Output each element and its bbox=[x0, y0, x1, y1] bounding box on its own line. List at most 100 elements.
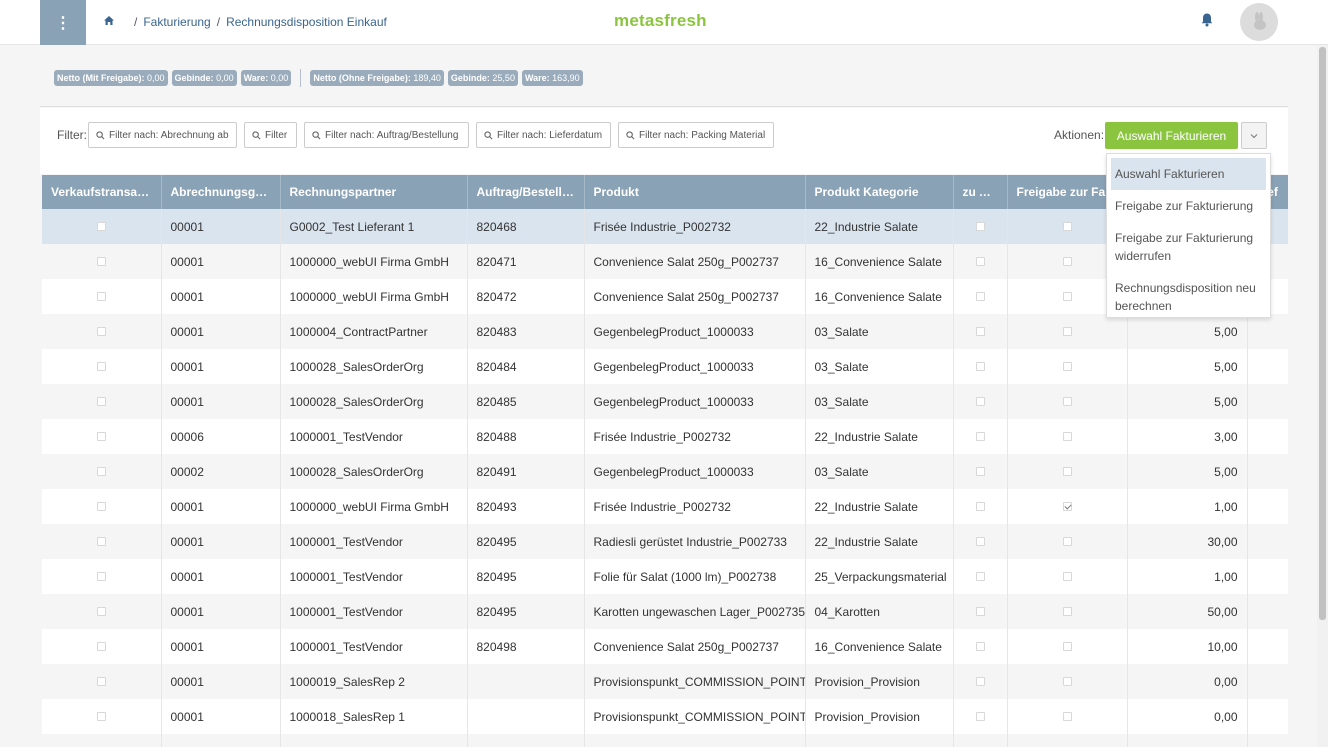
sales-transaction-checkbox[interactable] bbox=[96, 641, 106, 651]
cell-product[interactable]: Frisée Industrie_P002732 bbox=[584, 489, 806, 524]
table-row[interactable]: 00001 1000028_SalesOrderOrg 820485 Gegenbel… bbox=[42, 384, 1288, 419]
cell-order[interactable]: 820491 bbox=[467, 454, 585, 489]
cell-product-category[interactable]: 22_Industrie Salate bbox=[805, 209, 954, 244]
column-header-billing-group[interactable]: Abrechnungsgrup... bbox=[161, 175, 281, 209]
release-checkbox[interactable] bbox=[1062, 221, 1072, 231]
filter-button-order[interactable]: Filter nach: Auftrag/Bestellung bbox=[304, 122, 469, 148]
release-checkbox[interactable] bbox=[1062, 431, 1072, 441]
home-icon[interactable] bbox=[102, 14, 116, 28]
release-checkbox[interactable] bbox=[1062, 291, 1072, 301]
sales-transaction-checkbox[interactable] bbox=[96, 431, 106, 441]
cell-bill-partner[interactable]: 1000019_SalesRep 2 bbox=[280, 734, 468, 747]
checkbox-cell[interactable] bbox=[953, 209, 1008, 244]
cell-delivery[interactable] bbox=[1247, 419, 1288, 454]
avatar[interactable] bbox=[1240, 3, 1278, 41]
checkbox-cell[interactable] bbox=[42, 384, 162, 419]
checkbox-cell[interactable] bbox=[953, 629, 1008, 664]
page-scrollbar[interactable] bbox=[1317, 45, 1328, 747]
cell-product[interactable]: GegenbelegProduct_1000033 bbox=[584, 454, 806, 489]
cell-product[interactable]: GegenbelegProduct_1000033 bbox=[584, 314, 806, 349]
scrollbar-thumb[interactable] bbox=[1319, 47, 1326, 620]
cell-delivery[interactable] bbox=[1247, 559, 1288, 594]
sales-transaction-checkbox[interactable] bbox=[96, 466, 106, 476]
cell-order[interactable] bbox=[467, 664, 585, 699]
cell-quantity[interactable]: 30,00 bbox=[1127, 524, 1248, 559]
cell-product[interactable]: GegenbelegProduct_1000033 bbox=[584, 384, 806, 419]
cell-bill-partner[interactable]: 1000004_ContractPartner bbox=[280, 314, 468, 349]
cell-product-category[interactable]: 22_Industrie Salate bbox=[805, 524, 954, 559]
cell-bill-partner[interactable]: 1000028_SalesOrderOrg bbox=[280, 454, 468, 489]
cell-order[interactable]: 820472 bbox=[467, 279, 585, 314]
sales-transaction-checkbox[interactable] bbox=[96, 536, 106, 546]
column-header-sales-transaction[interactable]: Verkaufstransakti... bbox=[42, 175, 162, 209]
release-checkbox[interactable] bbox=[1062, 501, 1072, 511]
to-update-checkbox[interactable] bbox=[975, 466, 985, 476]
to-update-checkbox[interactable] bbox=[975, 326, 985, 336]
table-row[interactable]: 00001 1000004_ContractPartner 820483 Gegenb… bbox=[42, 314, 1288, 349]
cell-billing-group[interactable]: 00001 bbox=[161, 559, 281, 594]
cell-product-category[interactable]: 16_Convenience Salate bbox=[805, 629, 954, 664]
cell-quantity[interactable]: 3,00 bbox=[1127, 419, 1248, 454]
release-checkbox[interactable] bbox=[1062, 361, 1072, 371]
to-update-checkbox[interactable] bbox=[975, 536, 985, 546]
sales-transaction-checkbox[interactable] bbox=[96, 606, 106, 616]
checkbox-cell[interactable] bbox=[1007, 699, 1128, 734]
release-checkbox[interactable] bbox=[1062, 326, 1072, 336]
checkbox-cell[interactable] bbox=[953, 454, 1008, 489]
cell-order[interactable]: 820495 bbox=[467, 594, 585, 629]
checkbox-cell[interactable] bbox=[42, 734, 162, 747]
cell-quantity[interactable]: 0,00 bbox=[1127, 734, 1248, 747]
column-header-product-category[interactable]: Produkt Kategorie bbox=[805, 175, 954, 209]
cell-product[interactable]: Convenience Salat 250g_P002737 bbox=[584, 629, 806, 664]
cell-billing-group[interactable]: 00001 bbox=[161, 314, 281, 349]
breadcrumb-item-rechnungsdisposition[interactable]: Rechnungsdisposition Einkauf bbox=[226, 15, 387, 29]
sales-transaction-checkbox[interactable] bbox=[96, 221, 106, 231]
cell-billing-group[interactable]: 00001 bbox=[161, 279, 281, 314]
cell-billing-group[interactable]: 00001 bbox=[161, 349, 281, 384]
checkbox-cell[interactable] bbox=[42, 559, 162, 594]
checkbox-cell[interactable] bbox=[953, 594, 1008, 629]
checkbox-cell[interactable] bbox=[1007, 349, 1128, 384]
column-header-order[interactable]: Auftrag/Bestellung bbox=[467, 175, 585, 209]
checkbox-cell[interactable] bbox=[953, 349, 1008, 384]
menu-item-invoice-selection[interactable]: Auswahl Fakturieren bbox=[1111, 158, 1266, 190]
column-header-product[interactable]: Produkt bbox=[584, 175, 806, 209]
cell-order[interactable] bbox=[467, 734, 585, 747]
to-update-checkbox[interactable] bbox=[975, 571, 985, 581]
cell-order[interactable]: 820484 bbox=[467, 349, 585, 384]
table-row[interactable]: 00002 1000028_SalesOrderOrg 820491 Gegenbel… bbox=[42, 454, 1288, 489]
cell-bill-partner[interactable]: 1000000_webUI Firma GmbH bbox=[280, 244, 468, 279]
cell-product-category[interactable]: 16_Convenience Salate bbox=[805, 244, 954, 279]
to-update-checkbox[interactable] bbox=[975, 256, 985, 266]
cell-delivery[interactable] bbox=[1247, 384, 1288, 419]
checkbox-cell[interactable] bbox=[953, 244, 1008, 279]
cell-order[interactable]: 820498 bbox=[467, 629, 585, 664]
menu-item-recalculate[interactable]: Rechnungsdisposition neu berechnen bbox=[1111, 272, 1266, 322]
cell-delivery[interactable] bbox=[1247, 349, 1288, 384]
table-row[interactable]: 00001 1000028_SalesOrderOrg 820484 Gegenbel… bbox=[42, 349, 1288, 384]
checkbox-cell[interactable] bbox=[42, 629, 162, 664]
cell-product-category[interactable]: Provision_Provision bbox=[805, 664, 954, 699]
cell-quantity[interactable]: 5,00 bbox=[1127, 454, 1248, 489]
checkbox-cell[interactable] bbox=[1007, 419, 1128, 454]
cell-bill-partner[interactable]: 1000001_TestVendor bbox=[280, 524, 468, 559]
checkbox-cell[interactable] bbox=[42, 349, 162, 384]
checkbox-cell[interactable] bbox=[42, 699, 162, 734]
checkbox-cell[interactable] bbox=[42, 244, 162, 279]
sales-transaction-checkbox[interactable] bbox=[96, 396, 106, 406]
sales-transaction-checkbox[interactable] bbox=[96, 676, 106, 686]
cell-delivery[interactable] bbox=[1247, 664, 1288, 699]
menu-item-revoke-release[interactable]: Freigabe zur Fakturierung widerrufen bbox=[1111, 222, 1266, 272]
cell-billing-group[interactable]: 00001 bbox=[161, 524, 281, 559]
cell-bill-partner[interactable]: 1000000_webUI Firma GmbH bbox=[280, 489, 468, 524]
cell-billing-group[interactable]: 00001 bbox=[161, 734, 281, 747]
cell-bill-partner[interactable]: 1000001_TestVendor bbox=[280, 419, 468, 454]
table-row[interactable]: 00001 1000000_webUI Firma GmbH 820472 Conve… bbox=[42, 279, 1288, 314]
cell-product-category[interactable]: 22_Industrie Salate bbox=[805, 489, 954, 524]
cell-order[interactable]: 820495 bbox=[467, 524, 585, 559]
cell-order[interactable]: 820488 bbox=[467, 419, 585, 454]
checkbox-cell[interactable] bbox=[953, 699, 1008, 734]
checkbox-cell[interactable] bbox=[953, 419, 1008, 454]
cell-product-category[interactable]: 22_Industrie Salate bbox=[805, 419, 954, 454]
table-row[interactable]: 000011000019_SalesRep 2 Provisionspunkt_C… bbox=[42, 734, 1288, 747]
